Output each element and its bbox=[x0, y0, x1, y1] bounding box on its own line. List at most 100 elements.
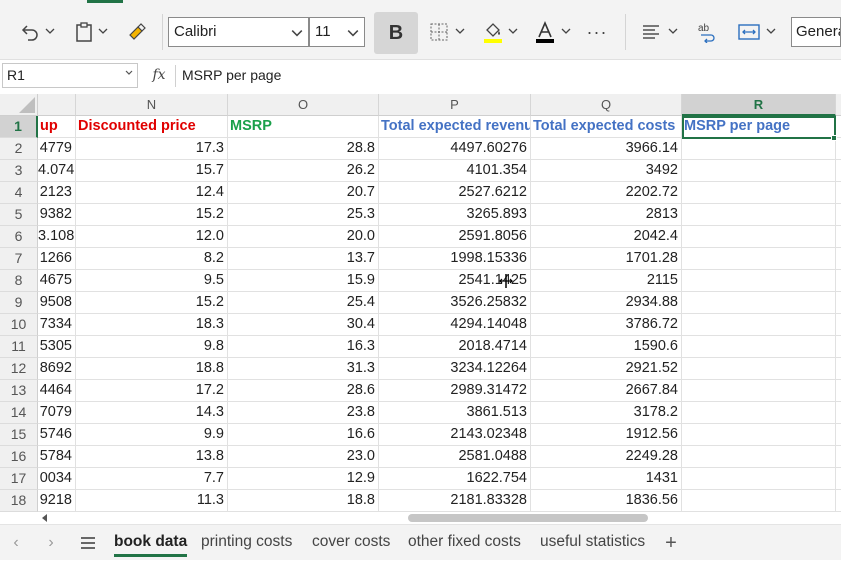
cell-partial[interactable]: 5305 bbox=[38, 336, 76, 358]
cell-total-expected-revenue[interactable]: 3526.25832 bbox=[379, 292, 531, 314]
cell-total-expected-costs[interactable]: 2202.72 bbox=[531, 182, 682, 204]
cell-partial[interactable]: 0034 bbox=[38, 468, 76, 490]
cell-discounted-price[interactable]: 13.8 bbox=[76, 446, 228, 468]
column-header-r[interactable]: R bbox=[682, 94, 836, 116]
sheet-tab-book-data[interactable]: book data bbox=[114, 531, 188, 557]
sheet-tab-other-fixed-costs[interactable]: other fixed costs bbox=[408, 531, 521, 557]
scrollbar-thumb[interactable] bbox=[408, 514, 648, 522]
cell-msrp-per-page[interactable] bbox=[682, 160, 836, 182]
cell-msrp[interactable]: 20.7 bbox=[228, 182, 379, 204]
cell-msrp-per-page[interactable] bbox=[682, 226, 836, 248]
cell-msrp-per-page[interactable] bbox=[682, 446, 836, 468]
cell-partial[interactable]: 5746 bbox=[38, 424, 76, 446]
undo-icon[interactable] bbox=[18, 16, 42, 48]
cell-msrp[interactable]: 18.8 bbox=[228, 490, 379, 512]
cell-msrp[interactable]: 30.4 bbox=[228, 314, 379, 336]
cell-total-expected-costs[interactable]: 2921.52 bbox=[531, 358, 682, 380]
cell-partial[interactable]: 4675 bbox=[38, 270, 76, 292]
column-header-o[interactable]: O bbox=[228, 94, 379, 116]
cell-total-expected-costs[interactable]: 2667.84 bbox=[531, 380, 682, 402]
cell-total-expected-costs[interactable]: 2813 bbox=[531, 204, 682, 226]
cell-total-expected-revenue[interactable]: 1622.754 bbox=[379, 468, 531, 490]
cell-partial[interactable]: 7334 bbox=[38, 314, 76, 336]
cell-total-expected-costs[interactable]: 1590.6 bbox=[531, 336, 682, 358]
cell-msrp[interactable]: 16.3 bbox=[228, 336, 379, 358]
chevron-down-icon[interactable] bbox=[561, 26, 571, 36]
cell-discounted-price[interactable]: 15.7 bbox=[76, 160, 228, 182]
fill-color-icon[interactable] bbox=[481, 16, 505, 48]
chevron-down-icon[interactable] bbox=[766, 26, 776, 36]
add-sheet-button[interactable]: + bbox=[662, 532, 680, 554]
cell-discounted-price[interactable]: 17.3 bbox=[76, 138, 228, 160]
cell-discounted-price[interactable]: 18.8 bbox=[76, 358, 228, 380]
name-box[interactable]: R1 bbox=[2, 63, 138, 88]
row-header[interactable]: 17 bbox=[0, 468, 38, 490]
cell-msrp[interactable]: 20.0 bbox=[228, 226, 379, 248]
cell-total-expected-revenue[interactable]: 2527.6212 bbox=[379, 182, 531, 204]
cell-partial[interactable]: 8692 bbox=[38, 358, 76, 380]
cell-msrp[interactable]: 23.0 bbox=[228, 446, 379, 468]
row-header[interactable]: 8 bbox=[0, 270, 38, 292]
align-icon[interactable] bbox=[639, 16, 663, 48]
cell-discounted-price[interactable]: 18.3 bbox=[76, 314, 228, 336]
font-name-dropdown[interactable]: Calibri bbox=[168, 17, 309, 47]
cell-msrp[interactable]: 25.3 bbox=[228, 204, 379, 226]
cell-discounted-price[interactable]: 11.3 bbox=[76, 490, 228, 512]
cell-partial[interactable]: 3.108 bbox=[38, 226, 76, 248]
format-painter-icon[interactable] bbox=[124, 16, 150, 48]
cell-partial[interactable]: 9218 bbox=[38, 490, 76, 512]
row-header[interactable]: 18 bbox=[0, 490, 38, 512]
number-format-dropdown[interactable]: General bbox=[791, 17, 841, 47]
column-header-q[interactable]: Q bbox=[531, 94, 682, 116]
cell-discounted-price[interactable]: 12.0 bbox=[76, 226, 228, 248]
borders-icon[interactable] bbox=[428, 16, 450, 48]
row-header[interactable]: 10 bbox=[0, 314, 38, 336]
header-cell-msrp-per-page[interactable]: MSRP per page bbox=[682, 116, 836, 138]
insert-function-button[interactable]: fx bbox=[144, 63, 174, 88]
chevron-down-icon[interactable] bbox=[508, 26, 518, 36]
paste-icon[interactable] bbox=[72, 16, 96, 48]
cell-total-expected-revenue[interactable]: 2143.02348 bbox=[379, 424, 531, 446]
cell-total-expected-revenue[interactable]: 3265.893 bbox=[379, 204, 531, 226]
cell-total-expected-costs[interactable]: 1836.56 bbox=[531, 490, 682, 512]
cell-total-expected-revenue[interactable]: 4497.60276 bbox=[379, 138, 531, 160]
cell-msrp[interactable]: 12.9 bbox=[228, 468, 379, 490]
row-header[interactable]: 1 bbox=[0, 116, 38, 138]
fill-handle[interactable] bbox=[831, 135, 837, 141]
cell-discounted-price[interactable]: 9.5 bbox=[76, 270, 228, 292]
cell-partial[interactable]: 4.074 bbox=[38, 160, 76, 182]
select-all-corner[interactable] bbox=[0, 94, 38, 116]
spreadsheet-grid[interactable]: N O P Q R 1 up Discounted price MSRP Total expect… bbox=[0, 94, 841, 512]
cell-total-expected-costs[interactable]: 3492 bbox=[531, 160, 682, 182]
cell-total-expected-revenue[interactable]: 2591.8056 bbox=[379, 226, 531, 248]
cell-partial[interactable]: 7079 bbox=[38, 402, 76, 424]
cell-msrp-per-page[interactable] bbox=[682, 490, 836, 512]
cell-msrp-per-page[interactable] bbox=[682, 336, 836, 358]
header-cell-discounted-price[interactable]: Discounted price bbox=[76, 116, 228, 138]
cell-msrp-per-page[interactable] bbox=[682, 270, 836, 292]
cell-partial[interactable]: 5784 bbox=[38, 446, 76, 468]
cell-partial[interactable]: 1266 bbox=[38, 248, 76, 270]
row-header[interactable]: 14 bbox=[0, 402, 38, 424]
chevron-down-icon[interactable] bbox=[124, 68, 134, 78]
cell-discounted-price[interactable]: 12.4 bbox=[76, 182, 228, 204]
column-header-partial[interactable] bbox=[38, 94, 76, 116]
cell-total-expected-costs[interactable]: 2934.88 bbox=[531, 292, 682, 314]
row-header[interactable]: 4 bbox=[0, 182, 38, 204]
header-cell-partial[interactable]: up bbox=[38, 116, 76, 138]
row-header[interactable]: 2 bbox=[0, 138, 38, 160]
more-icon[interactable]: ··· bbox=[584, 16, 610, 48]
chevron-down-icon[interactable] bbox=[98, 26, 108, 36]
header-cell-total-expected-costs[interactable]: Total expected costs bbox=[531, 116, 682, 138]
cell-partial[interactable]: 4464 bbox=[38, 380, 76, 402]
cell-msrp[interactable]: 13.7 bbox=[228, 248, 379, 270]
chevron-down-icon[interactable] bbox=[668, 26, 678, 36]
formula-input[interactable]: MSRP per page bbox=[182, 63, 281, 88]
cell-total-expected-revenue[interactable]: 3234.12264 bbox=[379, 358, 531, 380]
cell-total-expected-revenue[interactable]: 1998.15336 bbox=[379, 248, 531, 270]
row-header[interactable]: 13 bbox=[0, 380, 38, 402]
cell-total-expected-costs[interactable]: 3178.2 bbox=[531, 402, 682, 424]
header-cell-msrp[interactable]: MSRP bbox=[228, 116, 379, 138]
cell-msrp-per-page[interactable] bbox=[682, 424, 836, 446]
cell-total-expected-costs[interactable]: 2115 bbox=[531, 270, 682, 292]
